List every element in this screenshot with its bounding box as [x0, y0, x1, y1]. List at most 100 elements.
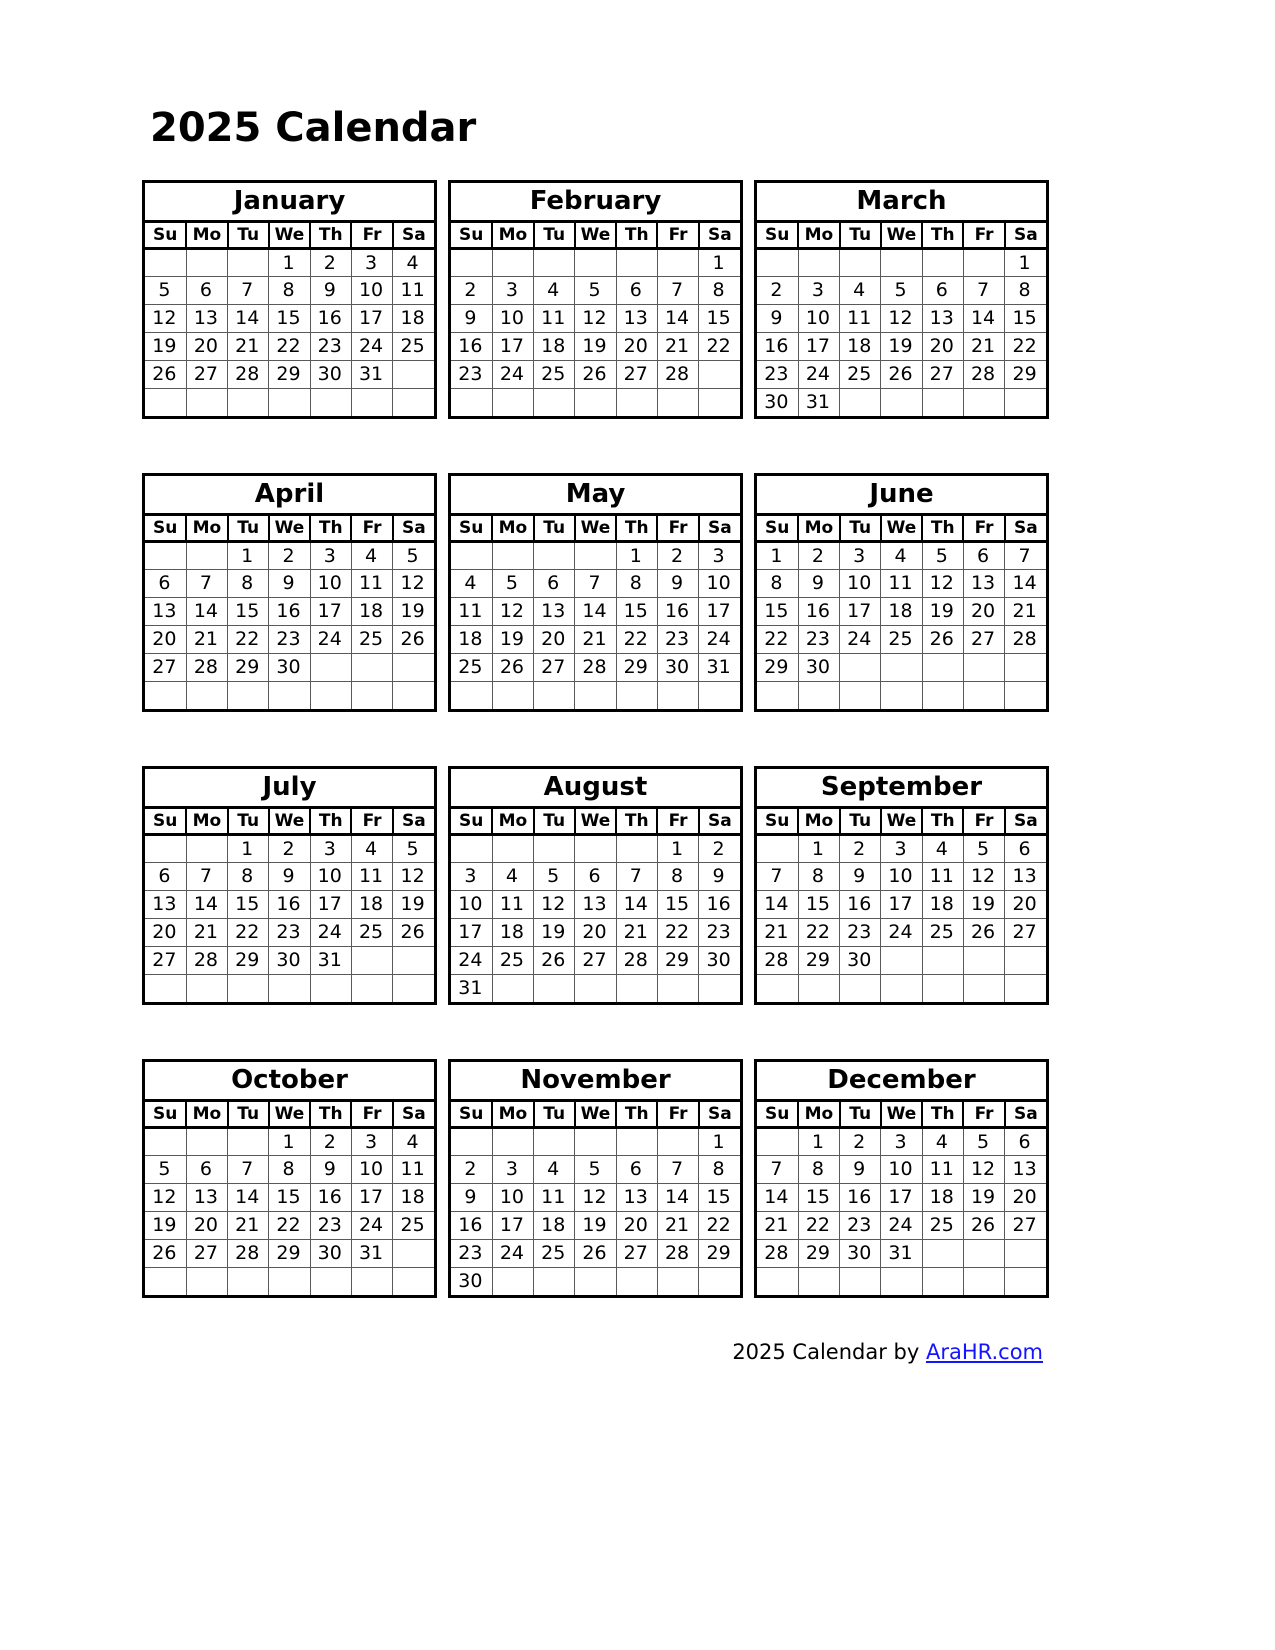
day-cell[interactable]: 26 [880, 360, 923, 389]
day-cell-empty[interactable] [880, 681, 923, 709]
day-cell[interactable]: 24 [310, 918, 352, 947]
day-cell[interactable]: 3 [310, 541, 352, 570]
day-cell[interactable]: 14 [657, 1183, 700, 1212]
day-cell[interactable]: 17 [451, 918, 493, 947]
day-cell[interactable]: 15 [698, 1183, 740, 1212]
day-cell-empty[interactable] [533, 1127, 576, 1156]
day-cell[interactable]: 5 [392, 834, 434, 863]
day-cell[interactable]: 2 [310, 1127, 352, 1156]
day-cell-empty[interactable] [492, 681, 535, 709]
day-cell[interactable]: 21 [657, 1211, 700, 1240]
day-cell[interactable]: 8 [698, 276, 740, 305]
day-cell[interactable]: 29 [657, 946, 700, 975]
day-cell[interactable]: 30 [839, 1239, 882, 1268]
day-cell[interactable]: 14 [574, 597, 617, 626]
day-cell-empty[interactable] [145, 541, 187, 570]
day-cell[interactable]: 29 [227, 946, 270, 975]
day-cell[interactable]: 13 [186, 304, 229, 333]
day-cell[interactable]: 22 [268, 1211, 311, 1240]
day-cell[interactable]: 31 [451, 974, 493, 1002]
day-cell-empty[interactable] [922, 681, 964, 709]
day-cell-empty[interactable] [393, 681, 434, 709]
day-cell[interactable]: 19 [392, 890, 434, 919]
day-cell[interactable]: 6 [186, 1155, 229, 1184]
day-cell[interactable]: 31 [351, 1239, 394, 1268]
day-cell[interactable]: 26 [492, 653, 535, 682]
day-cell[interactable]: 13 [1004, 1155, 1046, 1184]
day-cell-empty[interactable] [227, 1127, 270, 1156]
day-cell-empty[interactable] [227, 388, 270, 416]
day-cell[interactable]: 8 [698, 1155, 740, 1184]
day-cell[interactable]: 7 [227, 1155, 270, 1184]
day-cell[interactable]: 11 [533, 1183, 576, 1212]
day-cell[interactable]: 8 [268, 276, 311, 305]
day-cell[interactable]: 12 [574, 304, 617, 333]
day-cell[interactable]: 26 [963, 918, 1006, 947]
day-cell[interactable]: 20 [145, 625, 187, 654]
day-cell-empty[interactable] [351, 1267, 394, 1295]
day-cell[interactable]: 21 [616, 918, 658, 947]
day-cell-empty[interactable] [839, 1267, 882, 1295]
day-cell-empty[interactable] [186, 974, 229, 1002]
day-cell[interactable]: 21 [757, 918, 799, 947]
day-cell[interactable]: 11 [451, 597, 493, 626]
day-cell[interactable]: 15 [757, 597, 799, 626]
day-cell[interactable]: 18 [451, 625, 493, 654]
day-cell[interactable]: 16 [798, 597, 841, 626]
day-cell-empty[interactable] [492, 541, 535, 570]
day-cell[interactable]: 20 [616, 1211, 658, 1240]
day-cell[interactable]: 16 [657, 597, 700, 626]
day-cell[interactable]: 5 [963, 834, 1006, 863]
day-cell-empty[interactable] [351, 388, 394, 416]
day-cell[interactable]: 5 [922, 541, 964, 570]
day-cell-empty[interactable] [1004, 946, 1046, 975]
day-cell[interactable]: 1 [657, 834, 700, 863]
day-cell-empty[interactable] [186, 1127, 229, 1156]
day-cell[interactable]: 3 [310, 834, 352, 863]
day-cell[interactable]: 19 [574, 332, 617, 361]
day-cell[interactable]: 18 [533, 1211, 576, 1240]
day-cell-empty[interactable] [616, 681, 658, 709]
day-cell-empty[interactable] [533, 681, 576, 709]
day-cell[interactable]: 17 [880, 1183, 923, 1212]
day-cell[interactable]: 3 [798, 276, 841, 305]
day-cell[interactable]: 8 [227, 569, 270, 598]
day-cell[interactable]: 4 [533, 1155, 576, 1184]
day-cell[interactable]: 3 [880, 834, 923, 863]
day-cell[interactable]: 29 [798, 1239, 841, 1268]
day-cell[interactable]: 12 [392, 569, 434, 598]
day-cell[interactable]: 24 [492, 1239, 535, 1268]
day-cell[interactable]: 22 [698, 1211, 740, 1240]
day-cell[interactable]: 31 [698, 653, 740, 682]
day-cell-empty[interactable] [922, 388, 964, 416]
day-cell-empty[interactable] [268, 388, 311, 416]
day-cell-empty[interactable] [533, 1267, 576, 1295]
day-cell-empty[interactable] [451, 681, 493, 709]
day-cell-empty[interactable] [922, 1267, 964, 1295]
day-cell[interactable]: 30 [798, 653, 841, 682]
day-cell[interactable]: 19 [880, 332, 923, 361]
day-cell[interactable]: 6 [1004, 834, 1046, 863]
day-cell-empty[interactable] [657, 248, 700, 277]
day-cell[interactable]: 22 [616, 625, 658, 654]
day-cell[interactable]: 13 [145, 597, 187, 626]
day-cell-empty[interactable] [1004, 1239, 1046, 1268]
day-cell-empty[interactable] [451, 248, 493, 277]
day-cell[interactable]: 9 [757, 304, 799, 333]
day-cell[interactable]: 11 [392, 1155, 434, 1184]
day-cell-empty[interactable] [393, 388, 434, 416]
day-cell-empty[interactable] [757, 974, 799, 1002]
day-cell[interactable]: 11 [392, 276, 434, 305]
day-cell-empty[interactable] [310, 388, 352, 416]
day-cell[interactable]: 20 [533, 625, 576, 654]
day-cell[interactable]: 22 [698, 332, 740, 361]
day-cell-empty[interactable] [880, 946, 923, 975]
day-cell[interactable]: 7 [186, 569, 229, 598]
day-cell[interactable]: 25 [922, 1211, 964, 1240]
day-cell[interactable]: 12 [392, 862, 434, 891]
day-cell-empty[interactable] [145, 1127, 187, 1156]
day-cell[interactable]: 29 [1004, 360, 1046, 389]
day-cell-empty[interactable] [1005, 974, 1046, 1002]
day-cell[interactable]: 21 [1004, 597, 1046, 626]
day-cell[interactable]: 6 [574, 862, 617, 891]
